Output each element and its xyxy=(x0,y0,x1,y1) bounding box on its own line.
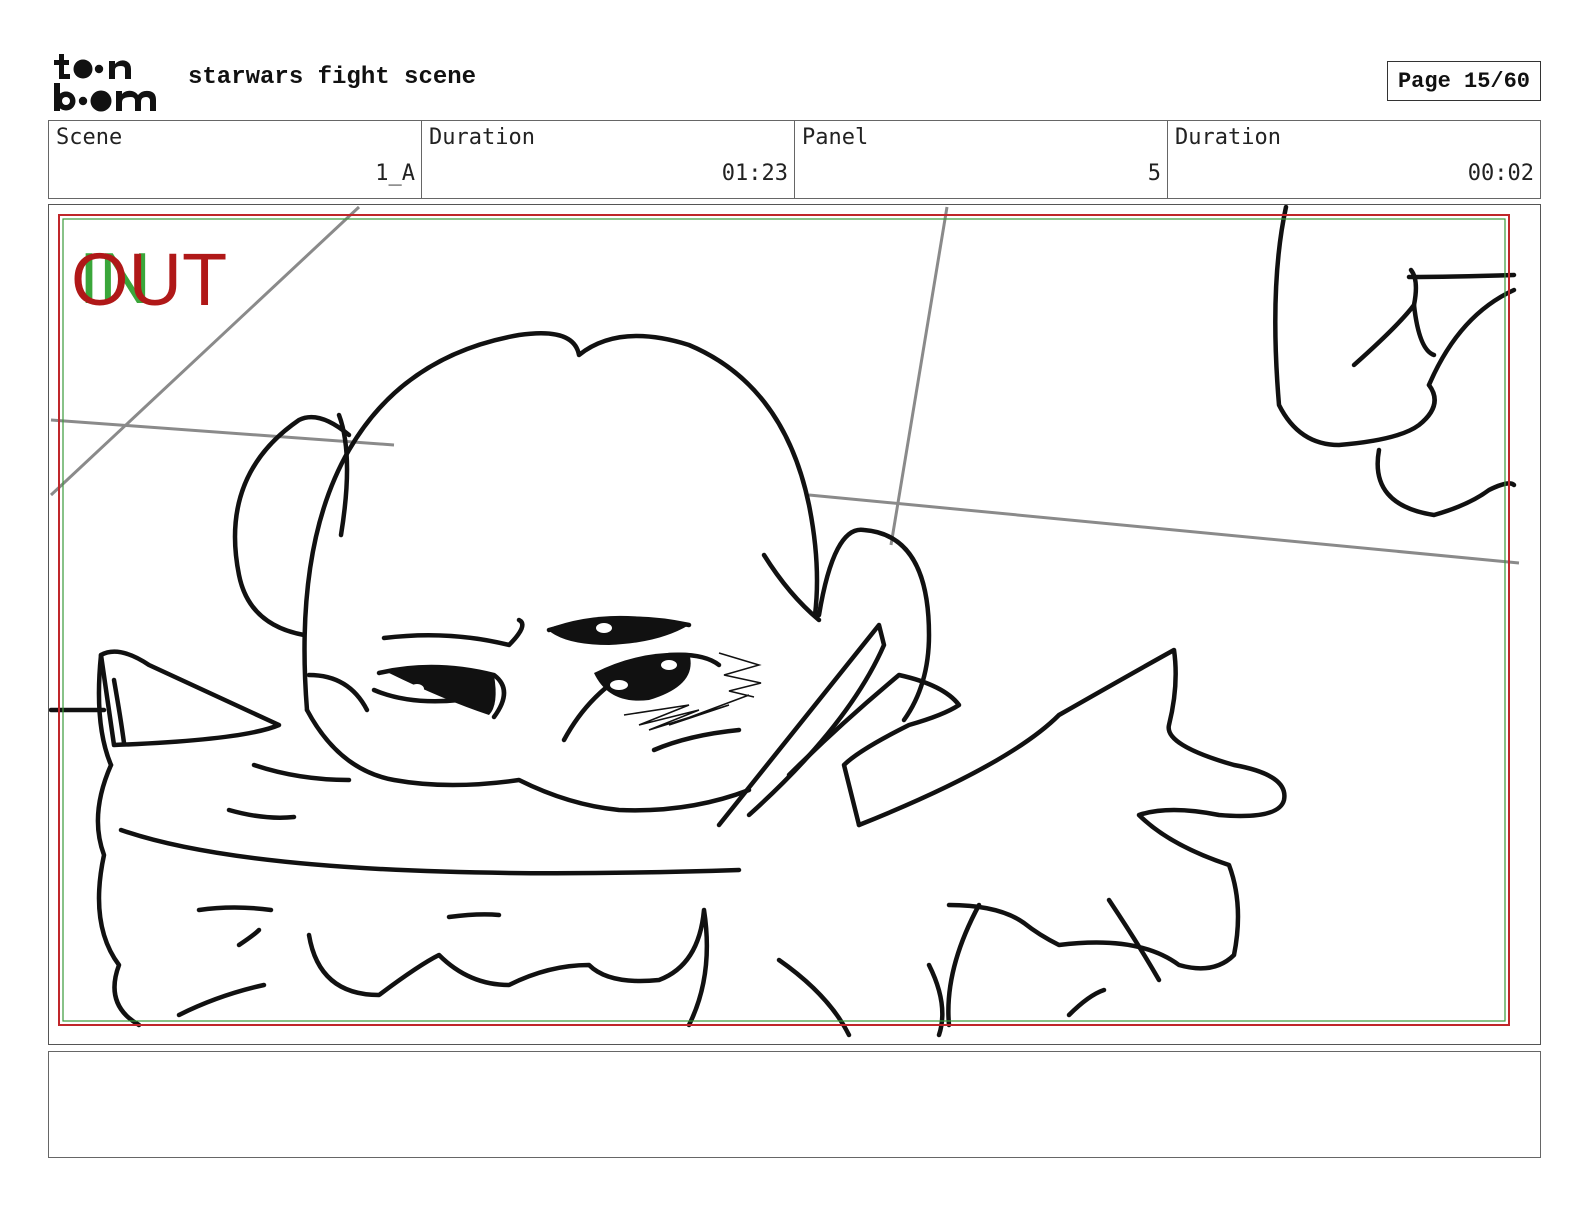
panel-drawing: IN OUT xyxy=(49,205,1520,1038)
document-title: starwars fight scene xyxy=(188,64,477,91)
scene-value: 1_A xyxy=(375,161,415,186)
title-safe-guide xyxy=(62,218,1506,1022)
scene-info-bar: Scene 1_A Duration 01:23 Panel 5 Duratio… xyxy=(48,120,1541,199)
out-marker: OUT xyxy=(71,238,227,321)
storyboard-panel: IN OUT xyxy=(48,204,1541,1045)
scene-duration-cell: Duration 01:23 xyxy=(422,121,795,198)
page-indicator: Page 15/60 xyxy=(1387,61,1541,101)
toon-boom-logo xyxy=(54,54,156,112)
panel-cell: Panel 5 xyxy=(795,121,1168,198)
panel-duration-value: 00:02 xyxy=(1467,161,1534,186)
panel-duration-cell: Duration 00:02 xyxy=(1168,121,1540,198)
panel-value: 5 xyxy=(1147,161,1161,186)
character-sketch xyxy=(49,205,1517,1038)
scene-cell: Scene 1_A xyxy=(49,121,422,198)
panel-duration-label: Duration xyxy=(1175,125,1281,150)
scene-duration-label: Duration xyxy=(429,125,535,150)
scene-duration-value: 01:23 xyxy=(721,161,788,186)
panel-label: Panel xyxy=(802,125,869,150)
background-lines xyxy=(49,205,1520,565)
scene-label: Scene xyxy=(56,125,123,150)
safe-frame-guide xyxy=(58,214,1510,1026)
panel-notes-box[interactable] xyxy=(48,1051,1541,1158)
